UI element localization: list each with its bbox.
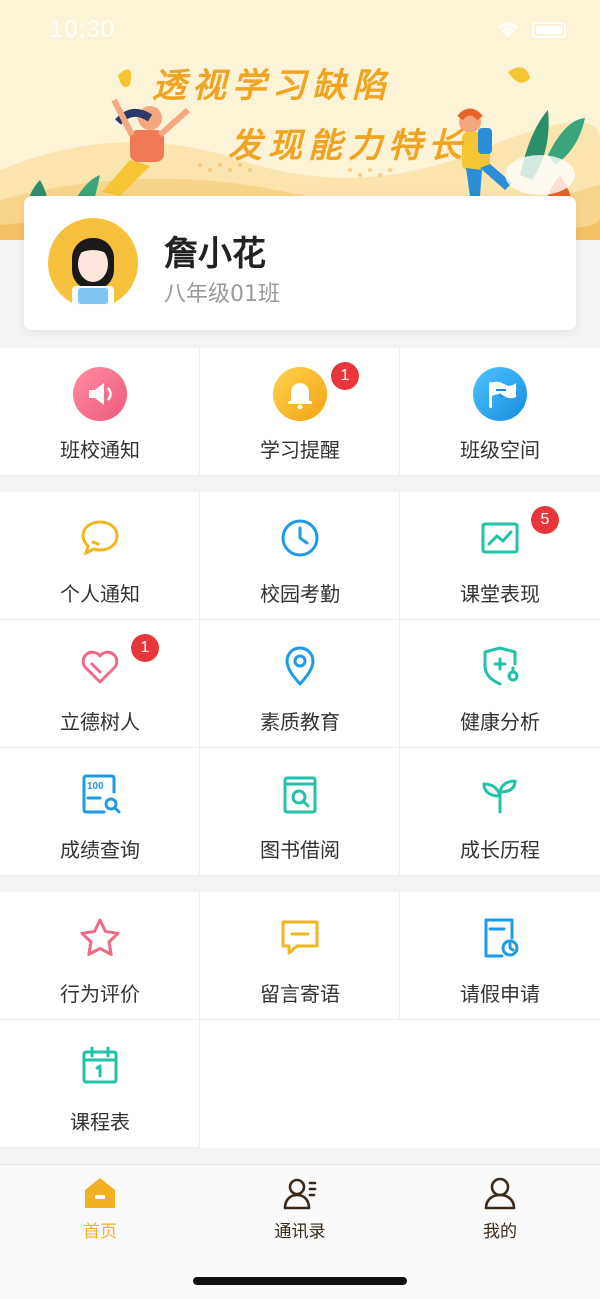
grid-item-health-analysis[interactable]: 健康分析 [400, 620, 600, 748]
speaker-icon [70, 364, 130, 424]
tab-label: 通讯录 [274, 1222, 326, 1242]
grid-item-label: 行为评价 [60, 982, 140, 1006]
location-pin-icon [270, 636, 330, 696]
grid-item-label: 班校通知 [60, 438, 140, 462]
message-icon [270, 908, 330, 968]
section-quick-actions: 班校通知 1 学习提醒 班级空间 [0, 348, 600, 476]
tab-label: 首页 [83, 1222, 117, 1242]
tab-label: 我的 [483, 1222, 517, 1242]
grid-item-timetable[interactable]: 课程表 [0, 1020, 200, 1148]
tab-contacts[interactable]: 通讯录 [200, 1165, 400, 1251]
grid-item-library[interactable]: 图书借阅 [200, 748, 400, 876]
grid-item-quality-education[interactable]: 素质教育 [200, 620, 400, 748]
grid-item-label: 成绩查询 [60, 838, 140, 862]
grid-item-label: 班级空间 [460, 438, 540, 462]
grid-item-class-performance[interactable]: 5 课堂表现 [400, 492, 600, 620]
grid-item-school-notice[interactable]: 班校通知 [0, 348, 200, 476]
tab-me[interactable]: 我的 [400, 1165, 600, 1251]
grid-item-label: 请假申请 [460, 982, 540, 1006]
grid-item-label: 图书借阅 [260, 838, 340, 862]
wifi-icon [498, 22, 518, 38]
profile-card[interactable]: 詹小花 八年级01班 [24, 196, 576, 330]
student-name: 詹小花 [164, 234, 266, 274]
leave-form-icon [470, 908, 530, 968]
grid-item-label: 健康分析 [460, 710, 540, 734]
score-search-icon: 100 [70, 764, 130, 824]
banner-slogan-line2: 发现能力特长 [228, 126, 468, 166]
grid-item-label: 课程表 [70, 1110, 130, 1134]
grid-item-label: 个人通知 [60, 582, 140, 606]
section-other-services: 行为评价 留言寄语 请假申请 课程表 [0, 892, 600, 1148]
svg-text:100: 100 [87, 781, 104, 792]
clock-icon [270, 508, 330, 568]
status-time: 10:30 [50, 16, 116, 43]
flag-icon [470, 364, 530, 424]
grid-item-label: 课堂表现 [460, 582, 540, 606]
student-class: 八年级01班 [164, 282, 280, 307]
grid-item-growth-history[interactable]: 成长历程 [400, 748, 600, 876]
notification-badge: 1 [131, 634, 159, 662]
heart-icon [70, 636, 130, 696]
battery-icon [532, 22, 566, 38]
chat-bubble-icon [70, 508, 130, 568]
home-indicator[interactable] [193, 1277, 407, 1285]
grid-item-moral-education[interactable]: 1 立德树人 [0, 620, 200, 748]
contacts-icon [283, 1178, 317, 1210]
notification-badge: 5 [531, 506, 559, 534]
calendar-icon [70, 1036, 130, 1096]
book-search-icon [270, 764, 330, 824]
grid-item-score-query[interactable]: 100 成绩查询 [0, 748, 200, 876]
grid-item-leave-request[interactable]: 请假申请 [400, 892, 600, 1020]
banner-slogan-line1: 透视学习缺陷 [152, 66, 392, 106]
home-icon [85, 1178, 115, 1208]
grid-item-label: 素质教育 [260, 710, 340, 734]
grid-item-messages[interactable]: 留言寄语 [200, 892, 400, 1020]
chart-icon [470, 508, 530, 568]
status-bar: 10:30 [0, 0, 600, 64]
tab-home[interactable]: 首页 [0, 1165, 200, 1251]
grid-item-attendance[interactable]: 校园考勤 [200, 492, 400, 620]
grid-item-label: 留言寄语 [260, 982, 340, 1006]
bell-icon [270, 364, 330, 424]
student-avatar-icon [72, 238, 114, 308]
notification-badge: 1 [331, 362, 359, 390]
grid-item-personal-notice[interactable]: 个人通知 [0, 492, 200, 620]
grid-item-study-reminder[interactable]: 1 学习提醒 [200, 348, 400, 476]
grid-item-class-space[interactable]: 班级空间 [400, 348, 600, 476]
sprout-icon [470, 764, 530, 824]
avatar[interactable] [48, 218, 138, 308]
section-student-services: 个人通知 校园考勤 5 课堂表现 1 立德树人 素质教育 健康分析 100 成绩… [0, 492, 600, 876]
grid-item-label: 校园考勤 [260, 582, 340, 606]
health-shield-icon [470, 636, 530, 696]
star-icon [70, 908, 130, 968]
grid-item-label: 成长历程 [460, 838, 540, 862]
grid-item-label: 立德树人 [60, 710, 140, 734]
grid-item-label: 学习提醒 [260, 438, 340, 462]
profile-icon [484, 1177, 516, 1210]
grid-item-behavior-review[interactable]: 行为评价 [0, 892, 200, 1020]
